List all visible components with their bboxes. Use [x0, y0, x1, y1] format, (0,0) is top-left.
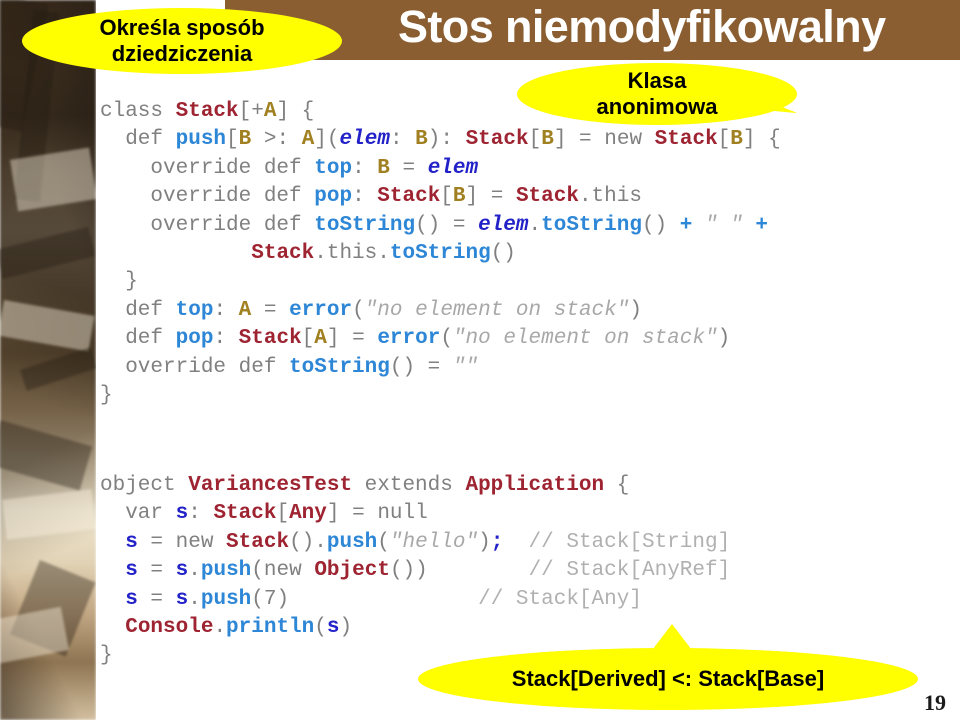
code-line: }	[100, 383, 113, 407]
code-line: override def toString() = elem.toString(…	[100, 213, 769, 237]
code-line: s = s.push(new Object()) // Stack[AnyRef…	[125, 559, 731, 583]
code-line: override def top: B = elem	[100, 156, 479, 180]
photo-plank	[10, 147, 98, 212]
photo-plank	[20, 347, 98, 391]
callout-inheritance-line2: dziedziczenia	[111, 41, 253, 66]
callout-anonymous-line2: anonimowa	[596, 94, 718, 119]
photo-plank	[0, 300, 95, 352]
code-line: override def toString() = ""	[100, 355, 479, 379]
callout-subtyping-text: Stack[Derived] <: Stack[Base]	[511, 666, 825, 692]
code-line: def push[B >: A](elem: B): Stack[B] = ne…	[100, 128, 781, 152]
code-block-stack-class: class Stack[+A] { def push[B >: A](elem:…	[100, 98, 781, 410]
code-line: override def pop: Stack[B] = Stack.this	[100, 185, 642, 209]
background-photo-strip	[0, 0, 98, 720]
photo-plank	[0, 420, 93, 491]
photo-plank	[0, 606, 70, 664]
code-line: Console.println(s)	[125, 615, 353, 639]
slide-number: 19	[924, 690, 946, 715]
photo-plank	[2, 489, 97, 540]
callout-inheritance-line1: Określa sposób	[99, 15, 265, 41]
code-line: object VariancesTest extends Application…	[100, 474, 630, 497]
code-line: def top: A = error("no element on stack"…	[100, 298, 642, 322]
code-line: Stack.this.toString()	[251, 241, 516, 265]
code-line: var s: Stack[Any] = null	[100, 502, 428, 526]
code-line: }	[100, 270, 138, 294]
slide-canvas: Stos niemodyfikowalny class Stack[+A] { …	[0, 0, 960, 720]
code-line: def pop: Stack[A] = error("no element on…	[100, 327, 731, 351]
photo-plank	[0, 226, 96, 280]
callout-anonymous-class: Klasa anonimowa	[517, 63, 797, 125]
code-line: s = new Stack().push("hello"); // Stack[…	[125, 530, 731, 554]
page-title: Stos niemodyfikowalny	[398, 1, 886, 52]
code-line: s = s.push(7) // Stack[Any]	[125, 587, 642, 611]
callout-subtyping: Stack[Derived] <: Stack[Base]	[418, 648, 918, 710]
callout-anonymous-line1: Klasa	[627, 68, 687, 94]
code-block-variances-test: object VariancesTest extends Application…	[100, 472, 730, 671]
callout-inheritance: Określa sposób dziedziczenia	[22, 8, 342, 74]
